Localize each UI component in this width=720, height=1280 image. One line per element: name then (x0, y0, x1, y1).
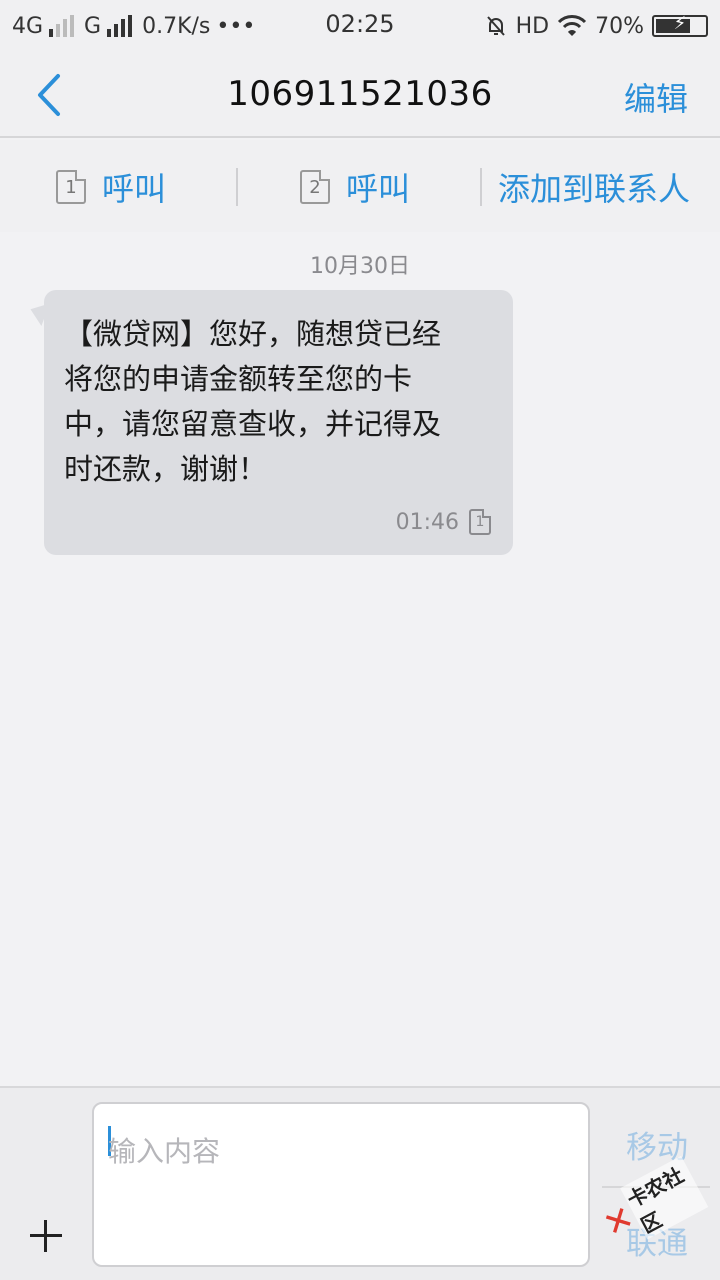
call-sim2-button[interactable]: 2 呼叫 (300, 164, 410, 210)
call-label: 呼叫 (346, 170, 411, 208)
sim1-icon: 1 (469, 509, 491, 535)
mute-alarm-icon (486, 16, 505, 36)
add-to-contacts-button[interactable]: 添加到联系人 (498, 164, 690, 210)
status-right: HD 70% ⚡ (484, 10, 708, 42)
message-meta: 01:46 1 (396, 509, 491, 535)
battery-percent: 70% (595, 13, 644, 39)
message-line: 【微贷网】您好，随想贷已经 (64, 317, 442, 351)
sim1-icon: 1 (56, 170, 86, 204)
call-sim1-button[interactable]: 1 呼叫 (56, 164, 166, 210)
conversation-header: 106911521036 编辑 (0, 52, 720, 138)
message-input[interactable]: 输入内容 (92, 1102, 590, 1267)
message-line: 将您的申请金额转至您的卡 (64, 362, 413, 396)
message-time: 01:46 (395, 509, 459, 535)
wifi-icon (558, 15, 587, 36)
composer: 输入内容 移动 联通 (0, 1086, 720, 1280)
message-line: 中，请您留意查收，并记得及 (64, 407, 442, 441)
date-separator: 10月30日 (310, 254, 410, 279)
sim2-icon: 2 (300, 170, 330, 204)
divider (236, 168, 238, 206)
status-bar: 4G G 0.7K/s ••• 02:25 HD 70% ⚡ (0, 0, 720, 52)
edit-button[interactable]: 编辑 (624, 74, 688, 120)
input-placeholder: 输入内容 (108, 1135, 221, 1168)
add-attachment-icon[interactable] (28, 1218, 64, 1254)
action-bar: 1 呼叫 2 呼叫 添加到联系人 (0, 140, 720, 232)
page-title: 106911521036 (227, 74, 493, 114)
hd-label: HD (515, 13, 550, 39)
message-bubble[interactable]: 【微贷网】您好，随想贷已经 将您的申请金额转至您的卡 中，请您留意查收，并记得及… (44, 290, 513, 555)
divider (480, 168, 482, 206)
message-text: 【微贷网】您好，随想贷已经 将您的申请金额转至您的卡 中，请您留意查收，并记得及… (64, 312, 493, 492)
call-label: 呼叫 (102, 170, 167, 208)
battery-charging-icon: ⚡ (652, 13, 708, 37)
add-contact-label: 添加到联系人 (498, 170, 691, 208)
message-line: 时还款，谢谢！ (64, 452, 268, 486)
